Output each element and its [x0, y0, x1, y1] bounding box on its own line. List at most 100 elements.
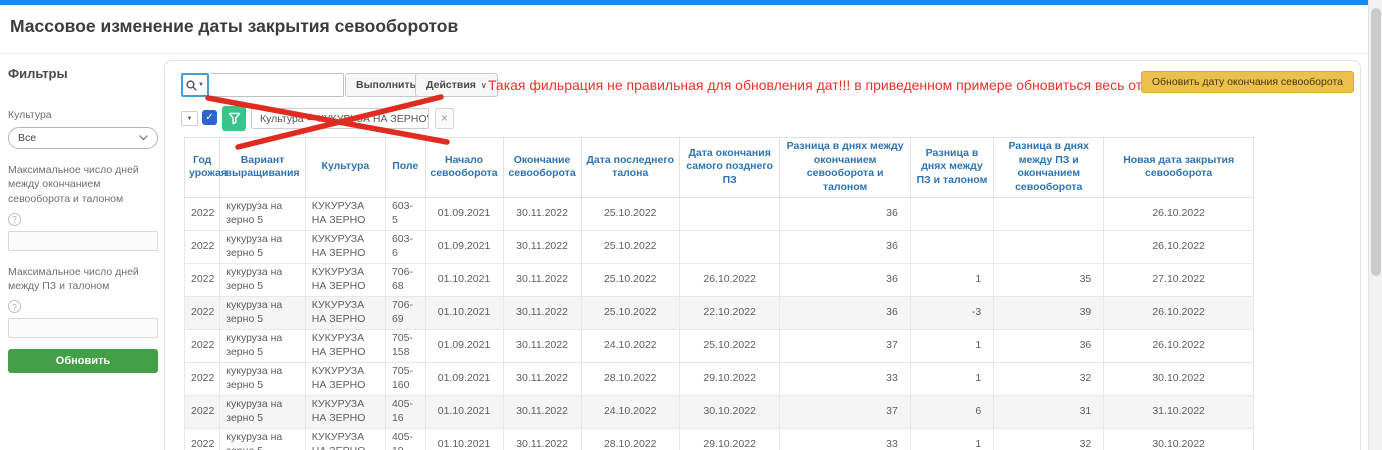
apply-filters-button[interactable]: Обновить: [8, 349, 158, 373]
table-cell: 30.11.2022: [503, 395, 581, 428]
filters-sidebar: Фильтры Культура Все Максимальное число …: [8, 62, 158, 373]
remove-filter-button[interactable]: ×: [435, 108, 454, 129]
table-row: 2022кукуруза на зерно 5КУКУРУЗА НА ЗЕРНО…: [185, 329, 1254, 362]
table-cell: 706-68: [385, 263, 425, 296]
column-header[interactable]: Разница в днях между окончанием севообор…: [780, 138, 910, 198]
table-row: 2022кукуруза на зерно 5КУКУРУЗА НА ЗЕРНО…: [185, 230, 1254, 263]
help-icon[interactable]: ?: [8, 213, 21, 226]
table-cell: 22.10.2022: [679, 296, 779, 329]
column-header[interactable]: Новая дата закрытия севооборота: [1104, 138, 1254, 198]
table-cell: 30.10.2022: [679, 395, 779, 428]
table-cell: КУКУРУЗА НА ЗЕРНО: [305, 329, 385, 362]
column-header[interactable]: Окончание севооборота: [503, 138, 581, 198]
column-header[interactable]: Дата окончания самого позднего ПЗ: [679, 138, 779, 198]
culture-select[interactable]: Все: [8, 127, 158, 149]
search-options-button[interactable]: ▼: [181, 73, 209, 97]
culture-label: Культура: [8, 108, 158, 122]
table-cell: 1: [910, 329, 993, 362]
table-cell: КУКУРУЗА НА ЗЕРНО: [305, 395, 385, 428]
update-end-date-button[interactable]: Обновить дату окончания севооборота: [1141, 71, 1354, 93]
table-cell: 26.10.2022: [1104, 296, 1254, 329]
table-cell: [994, 230, 1104, 263]
table-cell: 01.09.2021: [425, 230, 503, 263]
table-cell: 31: [994, 395, 1104, 428]
table-cell: КУКУРУЗА НА ЗЕРНО: [305, 263, 385, 296]
table-cell: -3: [910, 296, 993, 329]
table-cell: 32: [994, 362, 1104, 395]
max-days-pz-input[interactable]: [8, 318, 158, 338]
table-cell: 01.10.2021: [425, 296, 503, 329]
help-icon[interactable]: ?: [8, 300, 21, 313]
table-cell: кукуруза на зерно 5: [220, 296, 306, 329]
table-cell: 24.10.2022: [581, 329, 679, 362]
report-view-menu-button[interactable]: ▼: [181, 111, 198, 126]
table-cell: кукуруза на зерно 5: [220, 197, 306, 230]
table-cell: 29.10.2022: [679, 428, 779, 450]
table-cell: 25.10.2022: [581, 197, 679, 230]
search-icon: [186, 80, 197, 91]
funnel-icon: [228, 112, 241, 125]
table-cell: 26.10.2022: [1104, 197, 1254, 230]
chevron-down-icon: [139, 135, 148, 141]
table-cell: 30.10.2022: [1104, 362, 1254, 395]
table-cell: 36: [780, 230, 910, 263]
table-cell: 30.10.2022: [1104, 428, 1254, 450]
table-cell: 31.10.2022: [1104, 395, 1254, 428]
table-cell: кукуруза на зерно 5: [220, 428, 306, 450]
title-divider: [0, 53, 1368, 54]
table-row: 2022кукуруза на зерно 5КУКУРУЗА НА ЗЕРНО…: [185, 263, 1254, 296]
table-cell: 25.10.2022: [581, 296, 679, 329]
table-cell: 1: [910, 428, 993, 450]
max-days-talon-input[interactable]: [8, 231, 158, 251]
actions-menu-button[interactable]: Действия ∨: [415, 73, 498, 97]
column-header[interactable]: Год урожая: [185, 138, 220, 198]
table-cell: кукуруза на зерно 5: [220, 395, 306, 428]
table-cell: 405-19: [385, 428, 425, 450]
red-note-text: Такая фильрация не правильная для обновл…: [488, 77, 1163, 93]
table-cell: 01.10.2021: [425, 263, 503, 296]
table-cell: 25.10.2022: [581, 230, 679, 263]
table-cell: 01.10.2021: [425, 428, 503, 450]
caret-down-icon: ▼: [198, 82, 204, 88]
table-cell: 01.09.2021: [425, 329, 503, 362]
table-cell: 27.10.2022: [1104, 263, 1254, 296]
table-cell: 30.11.2022: [503, 362, 581, 395]
vertical-scrollbar[interactable]: [1368, 0, 1382, 450]
filter-chip[interactable]: Культура = 'КУКУРУЗА НА ЗЕРНО': [251, 108, 429, 129]
table-cell: 2022: [185, 362, 220, 395]
table-cell: 37: [780, 395, 910, 428]
table-cell: кукуруза на зерно 5: [220, 329, 306, 362]
column-header[interactable]: Культура: [305, 138, 385, 198]
max-days-pz-label: Максимальное число дней между ПЗ и талон…: [8, 265, 158, 293]
table-cell: 2022: [185, 329, 220, 362]
filter-enabled-checkbox[interactable]: ✓: [202, 110, 217, 125]
table-cell: 26.10.2022: [1104, 230, 1254, 263]
header-row: Год урожаяВариант выращиванияКультураПол…: [185, 138, 1254, 198]
column-header[interactable]: Разница в днях между ПЗ и окончанием сев…: [994, 138, 1104, 198]
table-cell: 32: [994, 428, 1104, 450]
column-header[interactable]: Вариант выращивания: [220, 138, 306, 198]
table-cell: 705-158: [385, 329, 425, 362]
table-cell: 26.10.2022: [679, 263, 779, 296]
table-row: 2022кукуруза на зерно 5КУКУРУЗА НА ЗЕРНО…: [185, 197, 1254, 230]
column-header[interactable]: Разница в днях между ПЗ и талоном: [910, 138, 993, 198]
crop-rotation-table: Год урожаяВариант выращиванияКультураПол…: [184, 137, 1254, 450]
caret-down-icon: ▼: [187, 116, 193, 122]
table-cell: 2022: [185, 230, 220, 263]
table-cell: КУКУРУЗА НА ЗЕРНО: [305, 197, 385, 230]
table-cell: 25.10.2022: [581, 263, 679, 296]
scrollbar-thumb[interactable]: [1371, 8, 1381, 276]
table-cell: [679, 230, 779, 263]
filter-button[interactable]: [222, 106, 246, 131]
table-cell: КУКУРУЗА НА ЗЕРНО: [305, 296, 385, 329]
table-cell: 26.10.2022: [1104, 329, 1254, 362]
table-cell: 29.10.2022: [679, 362, 779, 395]
check-icon: ✓: [205, 112, 213, 123]
column-header[interactable]: Начало севооборота: [425, 138, 503, 198]
table-cell: 30.11.2022: [503, 230, 581, 263]
table-cell: 33: [780, 362, 910, 395]
report-search-input[interactable]: [211, 73, 344, 97]
table-cell: КУКУРУЗА НА ЗЕРНО: [305, 362, 385, 395]
column-header[interactable]: Дата последнего талона: [581, 138, 679, 198]
column-header[interactable]: Поле: [385, 138, 425, 198]
